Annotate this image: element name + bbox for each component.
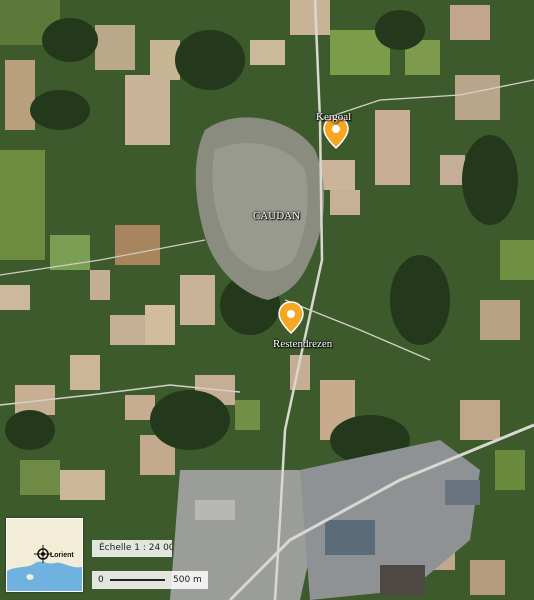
place-label-caudan: CAUDAN	[253, 210, 301, 222]
place-label-kergoal: Kergoal	[316, 111, 352, 123]
map-scale-ratio: Échelle 1 : 24 000	[92, 540, 172, 557]
satellite-map[interactable]	[0, 0, 534, 600]
scale-bar-line	[110, 579, 165, 581]
place-label-restendrezen: Restendrezen	[273, 338, 333, 350]
scale-bar: 0 500 m	[92, 571, 208, 589]
inset-city-label: Lorient	[50, 552, 74, 559]
locator-inset-map[interactable]: Lorient	[6, 518, 83, 592]
scale-bar-start: 0	[98, 575, 104, 585]
scale-bar-distance: 500 m	[173, 575, 202, 585]
